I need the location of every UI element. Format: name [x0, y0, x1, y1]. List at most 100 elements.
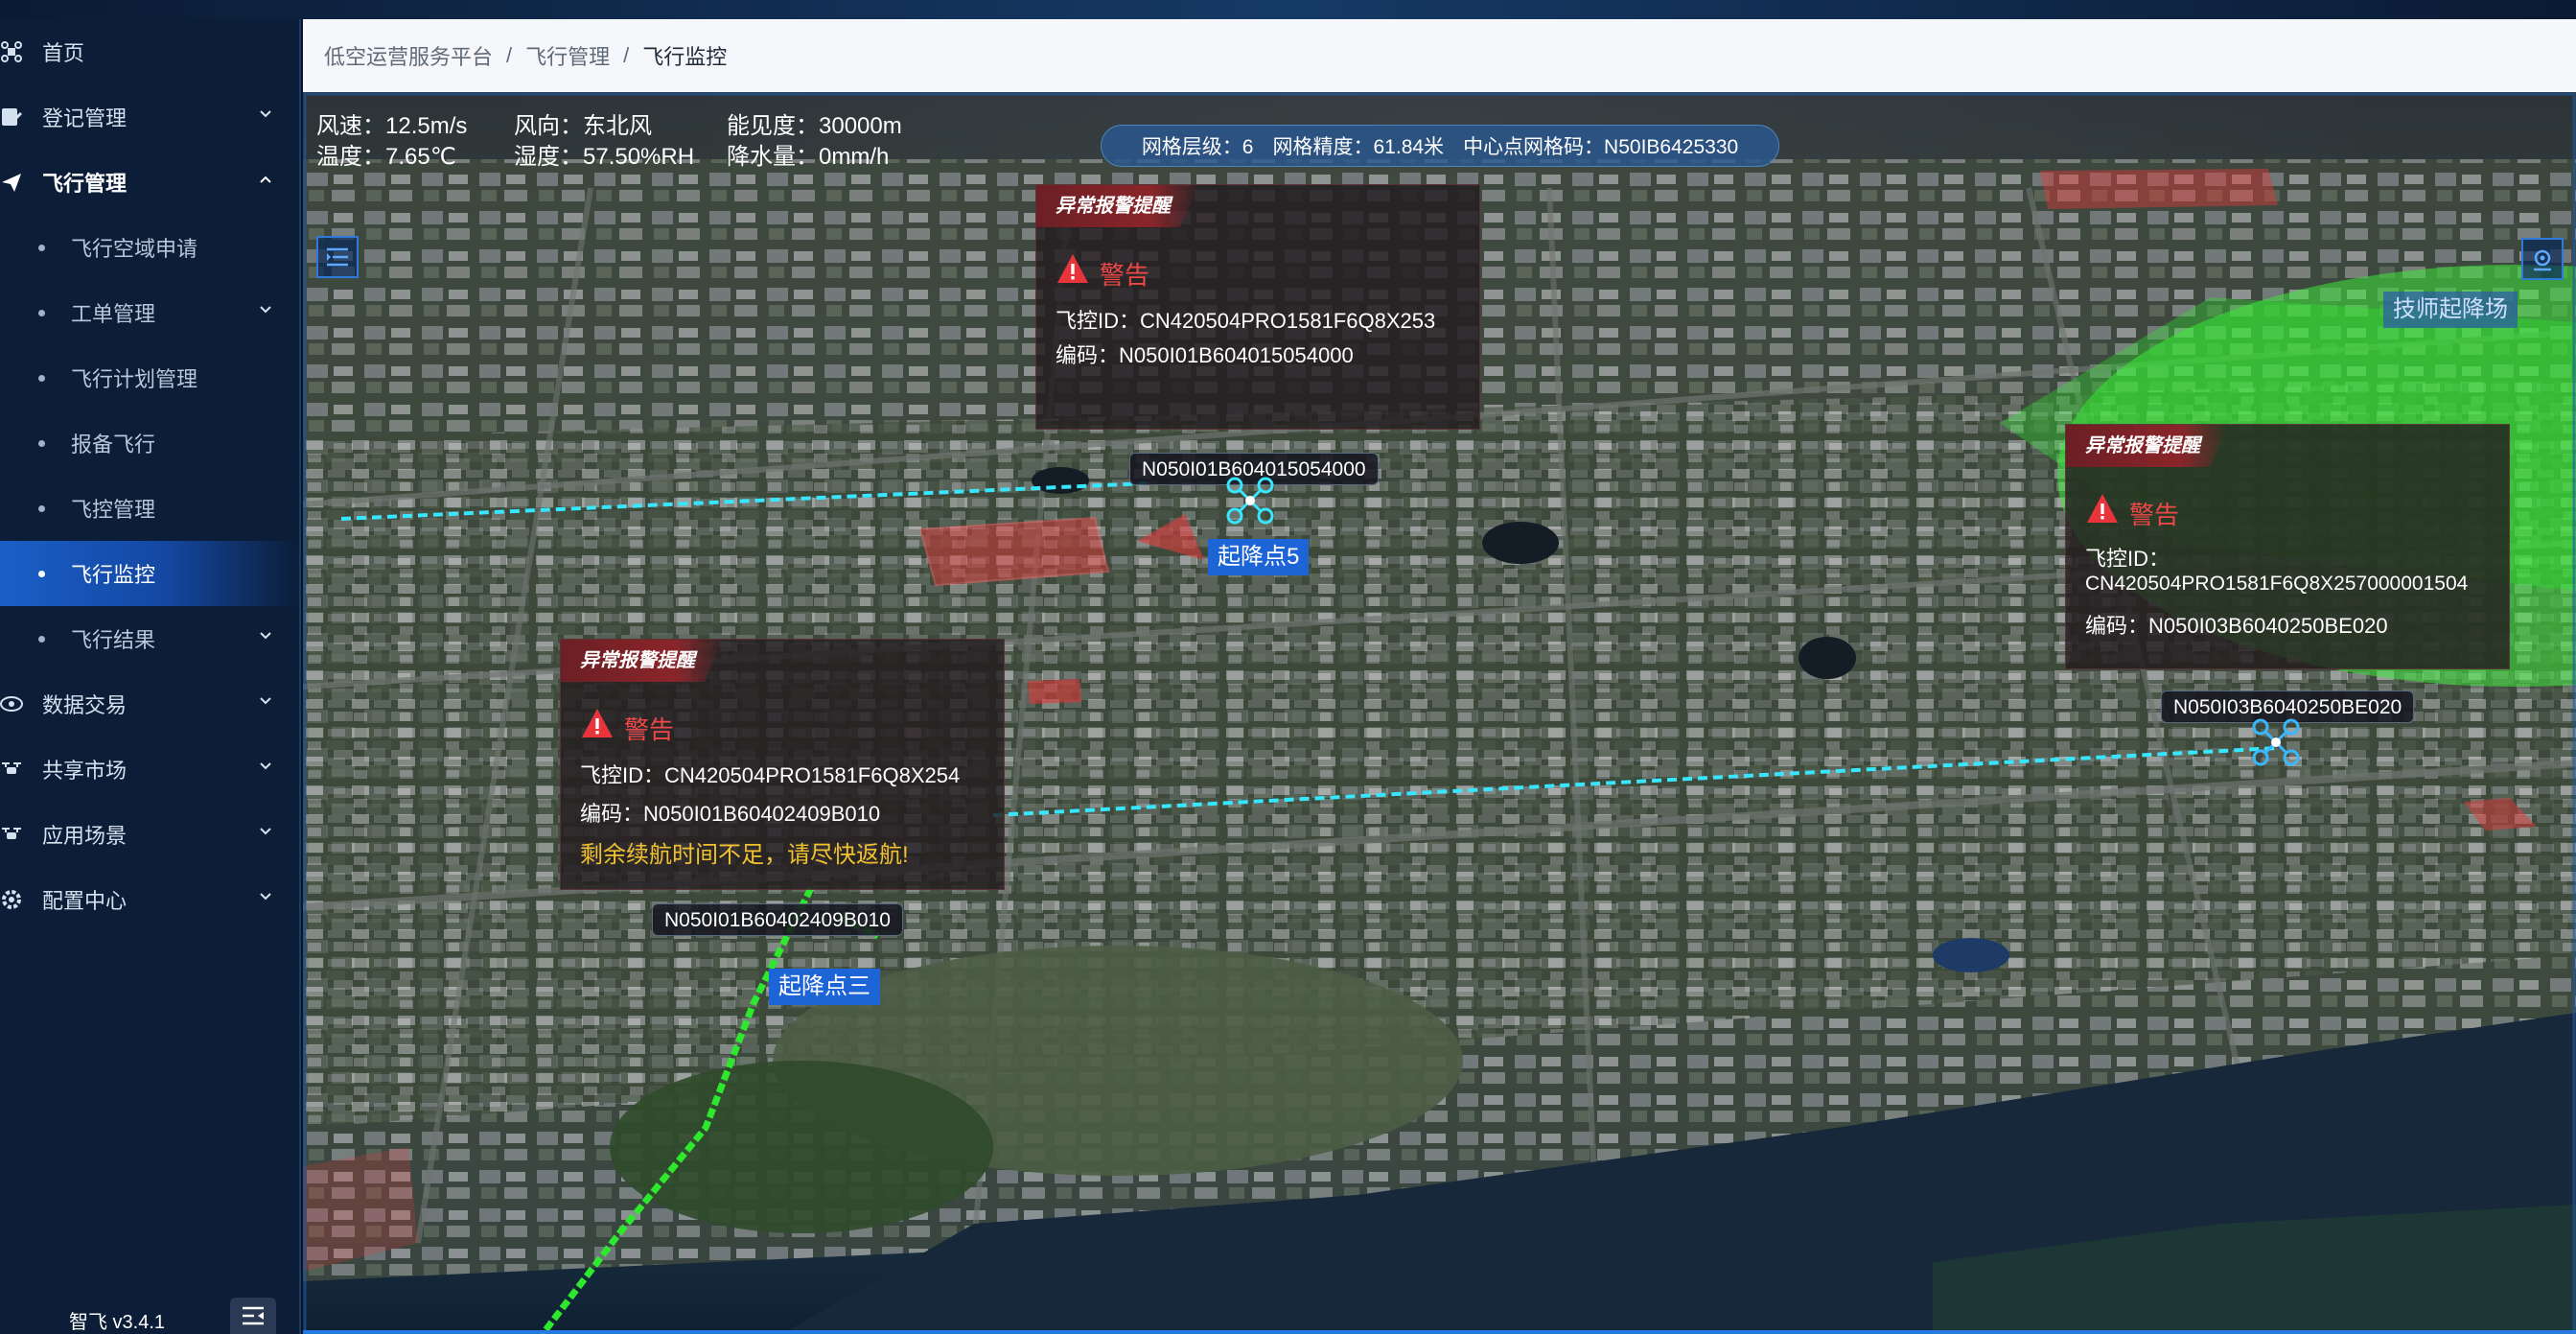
bullet-dot [38, 245, 45, 251]
alarm-header: 异常报警提醒 [2066, 425, 2229, 467]
temperature: 温度：7.65℃ [316, 144, 456, 170]
drone-icon[interactable] [1225, 476, 1275, 526]
sidebar-item-airspace-application[interactable]: 飞行空域申请 [0, 215, 299, 280]
sidebar-item-flight-control[interactable]: 飞控管理 [0, 476, 299, 541]
alarm-fc-id: 飞控ID：CN420504PRO1581F6Q8X254 [580, 763, 961, 787]
drone-tag[interactable]: N050I01B60402409B010 [652, 903, 903, 936]
bullet-dot [38, 505, 45, 512]
drone-icon [2, 828, 21, 839]
warning-icon [1057, 254, 1088, 283]
alarm-code: 编码：N050I01B60402409B010 [580, 802, 881, 826]
breadcrumb-item-current: 飞行监控 [642, 45, 728, 69]
breadcrumb-separator: / [623, 43, 630, 67]
humidity: 湿度：57.50%RH [514, 144, 695, 170]
sidebar-item-home[interactable]: 首页 [0, 19, 299, 84]
chevron-down-icon [260, 697, 271, 705]
alarm-code: 编码：N050I03B6040250BE020 [2085, 614, 2388, 638]
sidebar-item-config-center[interactable]: 配置中心 [0, 867, 299, 932]
sidebar-item-flight-management[interactable]: 飞行管理 [0, 150, 299, 215]
precipitation: 降水量：0mm/h [727, 144, 890, 170]
weather-panel: 风速：12.5m/s 风向：东北风 能见度：30000m 温度：7.65℃ 湿度… [316, 111, 923, 173]
sidebar-footer: 智飞 v3.4.1 [0, 1276, 301, 1334]
sidebar-item-report-flight[interactable]: 报备飞行 [0, 410, 299, 476]
breadcrumb-item-platform[interactable]: 低空运营服务平台 [324, 40, 493, 71]
grid-info-pill: 网格层级：6 网格精度：61.84米 中心点网格码：N50IB6425330 [1101, 125, 1779, 167]
register-icon [2, 108, 23, 126]
grid-center-code: 中心点网格码：N50IB6425330 [1463, 136, 1739, 158]
wind-speed: 风速：12.5m/s [316, 113, 468, 139]
wind-direction: 风向：东北风 [514, 113, 652, 139]
list-icon [327, 247, 348, 267]
warning-icon [582, 709, 613, 737]
chevron-up-icon [260, 176, 271, 183]
drone-icon[interactable] [2251, 717, 2301, 767]
sidebar-item-label: 共享市场 [42, 759, 128, 783]
bullet-dot [38, 310, 45, 316]
sidebar-item-label: 首页 [42, 41, 85, 65]
drone-home-icon [1, 41, 22, 62]
bullet-dot [38, 636, 45, 643]
drone-icon [2, 762, 21, 774]
weather-row: 风速：12.5m/s 风向：东北风 能见度：30000m [316, 111, 923, 142]
alarm-fc-id: 飞控ID：CN420504PRO1581F6Q8X253 [1056, 309, 1436, 333]
chevron-down-icon [260, 306, 271, 314]
plane-icon [2, 174, 21, 192]
gear-icon [2, 890, 21, 909]
weather-row: 温度：7.65℃ 湿度：57.50%RH 降水量：0mm/h [316, 142, 923, 173]
chevron-down-icon [260, 632, 271, 640]
alarm-fc-id-value: CN420504PRO1581F6Q8X257000001504 [2085, 573, 2469, 595]
app-root: 首页 登记管理 飞行管理 飞行空域申请 工单管理 飞行计划管理 报备飞行 飞控管… [0, 0, 2576, 1334]
grid-level: 网格层级：6 [1141, 136, 1254, 158]
takeoff-site-label[interactable]: 起降点5 [1208, 539, 1310, 575]
sidebar-item-flight-result[interactable]: 飞行结果 [0, 606, 299, 671]
sidebar-item-shared-market[interactable]: 共享市场 [0, 737, 299, 802]
alarm-fc-id-label: 飞控ID： [2085, 547, 2170, 571]
sidebar-item-work-order[interactable]: 工单管理 [0, 280, 299, 345]
sidebar-item-label: 登记管理 [42, 106, 128, 130]
alarm-title: 警告 [624, 715, 675, 744]
bullet-dot [38, 571, 45, 577]
grid-precision: 网格精度：61.84米 [1272, 136, 1445, 158]
warning-icon [2087, 494, 2118, 523]
alarm-title: 警告 [1100, 261, 1150, 290]
sidebar-item-data-trade[interactable]: 数据交易 [0, 671, 299, 737]
chevron-down-icon [260, 110, 271, 118]
map-view[interactable]: 风速：12.5m/s 风向：东北风 能见度：30000m 温度：7.65℃ 湿度… [303, 92, 2576, 1334]
alarm-header: 异常报警提醒 [1036, 185, 1199, 227]
takeoff-site-label[interactable]: 技师起降场 [2383, 292, 2518, 328]
chevron-down-icon [260, 893, 271, 901]
sidebar-item-label: 报备飞行 [71, 433, 156, 456]
takeoff-site-label[interactable]: 起降点三 [769, 969, 880, 1005]
bullet-dot [38, 440, 45, 447]
alarm-title: 警告 [2129, 501, 2180, 529]
sidebar-item-flight-monitor[interactable]: 飞行监控 [0, 541, 299, 606]
alarm-card[interactable]: 异常报警提醒 警告 飞控ID：CN420504PRO1581F6Q8X253 编… [1035, 184, 1480, 430]
sidebar-item-label: 飞行监控 [71, 563, 156, 587]
sidebar-item-flight-plan[interactable]: 飞行计划管理 [0, 345, 299, 410]
alarm-card[interactable]: 异常报警提醒 警告 飞控ID： CN420504PRO1581F6Q8X2570… [2065, 424, 2510, 669]
layer-list-button[interactable] [316, 236, 359, 278]
alarm-battery-warning: 剩余续航时间不足，请尽快返航! [580, 842, 909, 868]
alarm-card[interactable]: 异常报警提醒 警告 飞控ID：CN420504PRO1581F6Q8X254 编… [560, 639, 1005, 890]
chevron-down-icon [260, 762, 271, 770]
sidebar-item-label: 飞控管理 [71, 498, 156, 522]
location-button[interactable] [2521, 238, 2564, 280]
breadcrumb-separator: / [506, 43, 513, 67]
drone-locate-icon [2534, 249, 2551, 271]
alarm-header: 异常报警提醒 [561, 640, 724, 682]
sidebar-item-label: 飞行计划管理 [71, 367, 198, 391]
alarm-code: 编码：N050I01B604015054000 [1056, 343, 1354, 367]
breadcrumb-item-flight-management[interactable]: 飞行管理 [525, 40, 610, 71]
breadcrumb: 低空运营服务平台 / 飞行管理 / 飞行监控 [303, 19, 2576, 92]
sidebar-item-label: 飞行管理 [42, 172, 128, 196]
sidebar: 首页 登记管理 飞行管理 飞行空域申请 工单管理 飞行计划管理 报备飞行 飞控管… [0, 19, 301, 1334]
sidebar-item-label: 配置中心 [42, 889, 128, 913]
sidebar-item-scenarios[interactable]: 应用场景 [0, 802, 299, 867]
sidebar-item-register[interactable]: 登记管理 [0, 84, 299, 150]
sidebar-item-label: 工单管理 [71, 302, 156, 326]
visibility: 能见度：30000m [727, 113, 902, 139]
top-strip [0, 0, 2576, 19]
collapse-sidebar-button[interactable] [230, 1298, 276, 1334]
menu-fold-icon [243, 1306, 264, 1325]
chevron-down-icon [260, 828, 271, 835]
